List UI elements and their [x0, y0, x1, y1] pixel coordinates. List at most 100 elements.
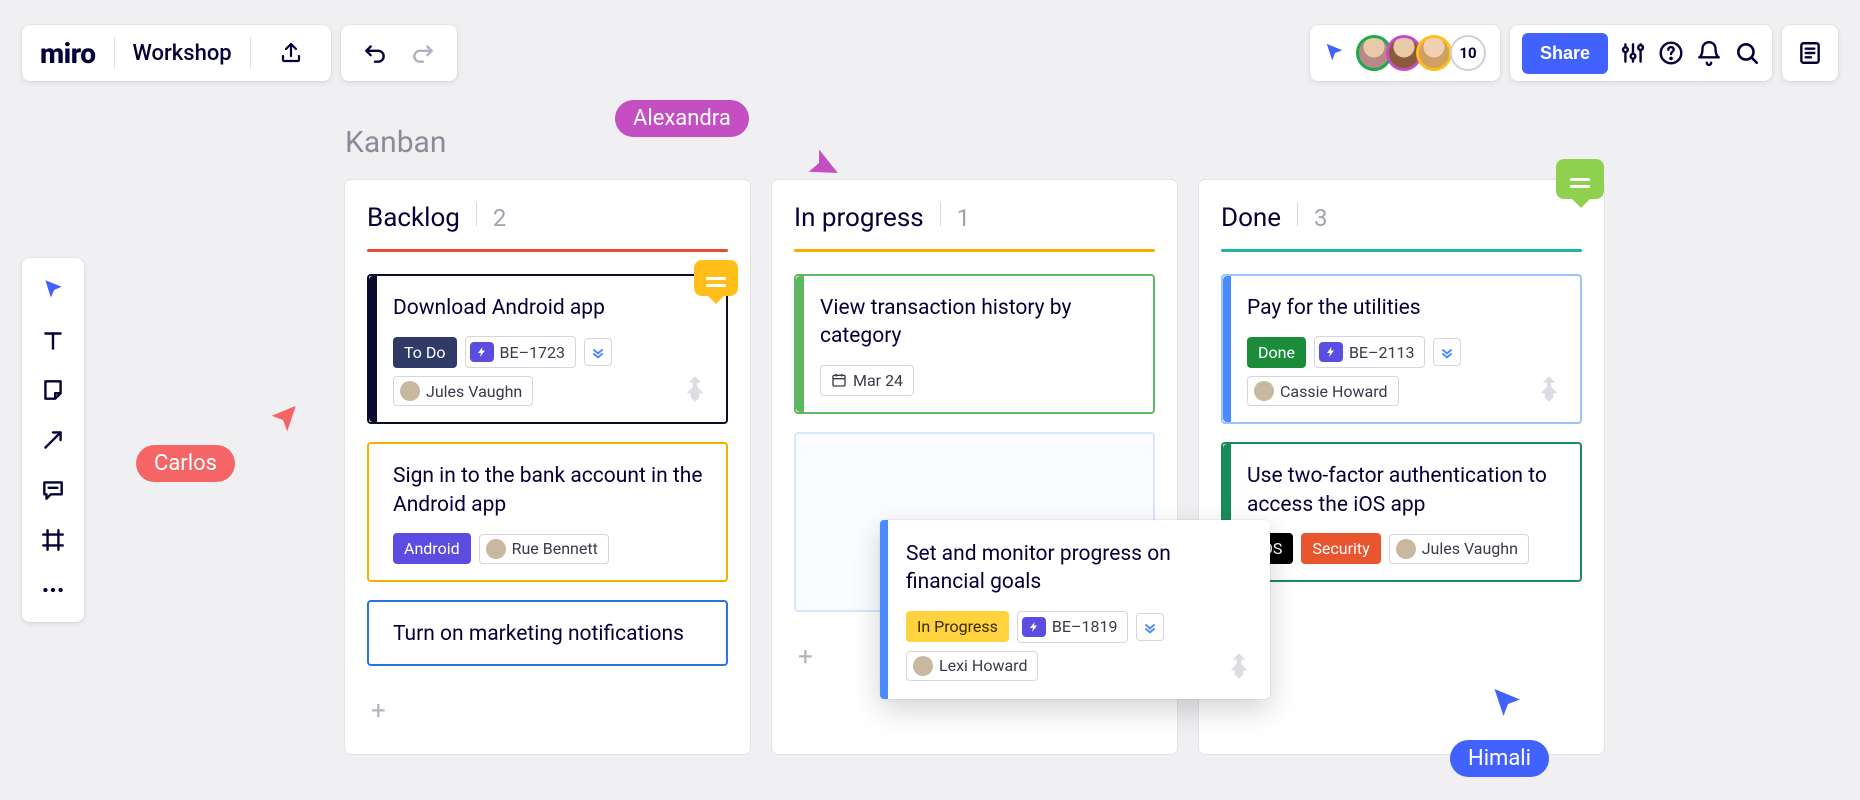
select-tool-icon[interactable]	[31, 268, 75, 312]
remote-cursor-carlos: Carlos	[136, 445, 235, 482]
ticket-id: BE–2113	[1349, 343, 1415, 362]
comment-tool-icon[interactable]	[31, 468, 75, 512]
status-chip[interactable]: Done	[1247, 337, 1306, 368]
comment-bubble-icon[interactable]	[1556, 159, 1604, 199]
bolt-icon	[1319, 342, 1343, 362]
sticky-note-tool-icon[interactable]	[31, 368, 75, 412]
cursor-name: Alexandra	[615, 100, 749, 137]
jira-icon	[1222, 649, 1256, 687]
avatar-icon	[1254, 381, 1274, 401]
assignee-name: Lexi Howard	[939, 656, 1027, 675]
cursor-name: Himali	[1450, 740, 1549, 777]
kanban-card[interactable]: Use two-factor authentication to access …	[1221, 442, 1582, 582]
column-header[interactable]: Done 3	[1221, 202, 1582, 249]
board-name[interactable]: Workshop	[133, 41, 232, 66]
column-count: 2	[493, 204, 507, 232]
assignee-name: Cassie Howard	[1280, 382, 1388, 401]
activity-feed-button[interactable]	[1782, 25, 1838, 81]
jira-icon	[1532, 372, 1566, 410]
status-chip[interactable]: In Progress	[906, 611, 1009, 642]
divider	[940, 202, 941, 226]
ticket-chip[interactable]: BE–1723	[465, 336, 577, 368]
kanban-card[interactable]: Pay for the utilities Done BE–2113	[1221, 274, 1582, 424]
column-underline	[794, 249, 1155, 252]
due-date: Mar 24	[853, 371, 903, 390]
chip-row: To Do BE–1723	[393, 336, 708, 368]
column-count: 1	[957, 204, 971, 232]
kanban-card[interactable]: Download Android app To Do BE–1723	[367, 274, 728, 424]
assignee-chip[interactable]: Cassie Howard	[1247, 376, 1399, 406]
status-chip[interactable]: To Do	[393, 337, 457, 368]
card-title: Download Android app	[393, 294, 708, 322]
frame-tool-icon[interactable]	[31, 518, 75, 562]
column-name: Done	[1221, 203, 1281, 233]
ticket-chip[interactable]: BE–2113	[1314, 336, 1426, 368]
share-panel: Share	[1510, 25, 1772, 81]
date-chip[interactable]: Mar 24	[820, 365, 914, 396]
ticket-id: BE–1723	[500, 343, 566, 362]
settings-icon[interactable]	[1620, 40, 1646, 66]
arrow-tool-icon[interactable]	[31, 418, 75, 462]
jira-icon	[678, 372, 712, 410]
export-icon[interactable]	[269, 31, 313, 75]
board-frame-title[interactable]: Kanban	[345, 125, 446, 160]
more-tools-icon[interactable]	[31, 568, 75, 612]
priority-icon[interactable]	[1136, 613, 1164, 641]
divider	[1297, 202, 1298, 226]
assignee-chip[interactable]: Lexi Howard	[906, 651, 1038, 681]
share-button[interactable]: Share	[1522, 33, 1608, 74]
tag-chip[interactable]: Android	[393, 533, 471, 564]
ticket-chip[interactable]: BE–1819	[1017, 611, 1129, 643]
help-icon[interactable]	[1658, 40, 1684, 66]
tag-chip[interactable]: Security	[1301, 533, 1380, 564]
top-bar: miro Workshop 10	[22, 25, 1838, 81]
assignee-chip[interactable]: Jules Vaughn	[1389, 534, 1529, 564]
text-tool-icon[interactable]	[31, 318, 75, 362]
avatar-overflow-count[interactable]: 10	[1450, 35, 1486, 71]
column-underline	[367, 249, 728, 252]
priority-icon[interactable]	[584, 338, 612, 366]
chip-row: iOS Security Jules Vaughn	[1247, 533, 1562, 564]
redo-icon[interactable]	[401, 31, 445, 75]
priority-icon[interactable]	[1433, 338, 1461, 366]
search-icon[interactable]	[1734, 40, 1760, 66]
assignee-name: Jules Vaughn	[426, 382, 522, 401]
column-header[interactable]: Backlog 2	[367, 202, 728, 249]
notifications-icon[interactable]	[1696, 40, 1722, 66]
user-avatar[interactable]	[1416, 35, 1452, 71]
kanban-card[interactable]: Sign in to the bank account in the Andro…	[367, 442, 728, 582]
column-underline	[1221, 249, 1582, 252]
card-title: Use two-factor authentication to access …	[1247, 462, 1562, 519]
undo-icon[interactable]	[353, 31, 397, 75]
history-panel	[341, 25, 457, 81]
add-card-button[interactable]: +	[367, 698, 728, 724]
remote-cursor-alexandra: Alexandra	[615, 100, 749, 137]
chip-row: Lexi Howard	[906, 651, 1250, 681]
comment-bubble-icon[interactable]	[694, 260, 738, 296]
chip-row: In Progress BE–1819	[906, 611, 1250, 643]
follow-cursor-icon[interactable]	[1324, 42, 1346, 64]
column-header[interactable]: In progress 1	[794, 202, 1155, 249]
avatar-stack[interactable]: 10	[1356, 35, 1486, 71]
cursor-name: Carlos	[136, 445, 235, 482]
app-logo[interactable]: miro	[40, 37, 96, 70]
card-title: Turn on marketing notifications	[393, 620, 708, 648]
card-title: Set and monitor progress on financial go…	[906, 540, 1250, 597]
avatar-icon	[1396, 539, 1416, 559]
bolt-icon	[470, 342, 494, 362]
kanban-card[interactable]: View transaction history by category Mar…	[794, 274, 1155, 414]
assignee-name: Jules Vaughn	[1422, 539, 1518, 558]
kanban-card[interactable]: Turn on marketing notifications	[367, 600, 728, 666]
assignee-chip[interactable]: Jules Vaughn	[393, 376, 533, 406]
ticket-id: BE–1819	[1052, 617, 1118, 636]
kanban-column-backlog[interactable]: Backlog 2 Download Android app To Do BE–…	[345, 180, 750, 754]
assignee-chip[interactable]: Rue Bennett	[479, 534, 609, 564]
kanban-card-dragging[interactable]: Set and monitor progress on financial go…	[880, 520, 1270, 699]
top-bar-right: 10 Share	[1310, 25, 1838, 81]
card-title: Pay for the utilities	[1247, 294, 1562, 322]
chip-row: Mar 24	[820, 365, 1135, 396]
divider	[250, 37, 251, 69]
presence-panel: 10	[1310, 25, 1500, 81]
chip-row: Cassie Howard	[1247, 376, 1562, 406]
assignee-name: Rue Bennett	[512, 539, 598, 558]
